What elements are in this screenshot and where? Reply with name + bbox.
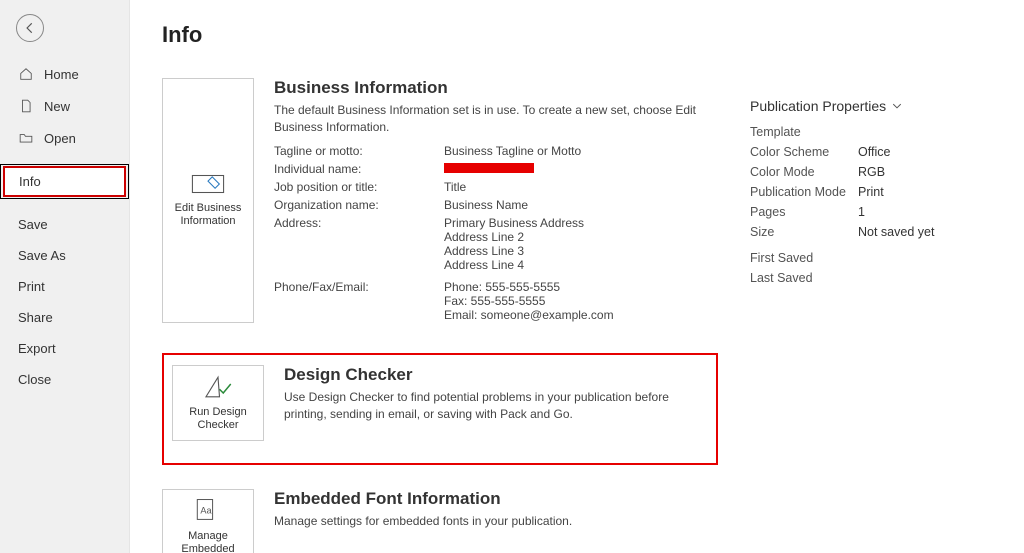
properties-heading-label: Publication Properties (750, 98, 886, 114)
prop-label: Color Mode (750, 165, 858, 179)
section-desc: Use Design Checker to find potential pro… (284, 389, 708, 424)
prop-value (858, 271, 1000, 285)
prop-label: Publication Mode (750, 185, 858, 199)
backstage-sidebar: Home New Open Info Save Save As Print Sh… (0, 0, 130, 553)
section-title: Business Information (274, 78, 718, 98)
prop-label: Size (750, 225, 858, 239)
prop-label: Template (750, 125, 858, 139)
svg-text:Aa: Aa (200, 505, 212, 515)
back-button[interactable] (16, 14, 44, 42)
prop-value: RGB (858, 165, 1000, 179)
prop-value: 1 (858, 205, 1000, 219)
home-icon (18, 66, 34, 82)
prop-row-pub-mode: Publication Mode Print (750, 182, 1000, 202)
button-label: Run Design Checker (177, 406, 259, 432)
nav-label: Share (18, 310, 53, 325)
section-desc: The default Business Information set is … (274, 102, 718, 137)
prop-label: Color Scheme (750, 145, 858, 159)
properties-heading[interactable]: Publication Properties (750, 98, 1000, 114)
folder-open-icon (18, 130, 34, 146)
info-value-job: Title (444, 179, 718, 195)
manage-embedded-fonts-button[interactable]: Aa Manage Embedded Fonts (162, 489, 254, 553)
nav-open[interactable]: Open (0, 122, 129, 154)
redacted-name (444, 163, 534, 173)
page-title: Info (162, 22, 718, 48)
info-label-address: Address: (274, 215, 444, 273)
nav-save-as[interactable]: Save As (0, 240, 129, 271)
section-embedded-fonts: Aa Manage Embedded Fonts Embedded Font I… (162, 483, 718, 553)
chevron-down-icon (892, 101, 902, 111)
info-value-phone: Phone: 555-555-5555 Fax: 555-555-5555 Em… (444, 279, 718, 323)
address-line: Address Line 4 (444, 258, 718, 272)
info-label-org: Organization name: (274, 197, 444, 213)
nav-label: Save (18, 217, 48, 232)
contact-line: Fax: 555-555-5555 (444, 294, 718, 308)
prop-row-first-saved: First Saved (750, 248, 1000, 268)
nav-new[interactable]: New (0, 90, 129, 122)
address-line: Address Line 3 (444, 244, 718, 258)
info-value-address: Primary Business Address Address Line 2 … (444, 215, 718, 273)
section-title: Embedded Font Information (274, 489, 718, 509)
info-label-job: Job position or title: (274, 179, 444, 195)
section-desc: Manage settings for embedded fonts in yo… (274, 513, 718, 530)
prop-value: Office (858, 145, 1000, 159)
nav-share[interactable]: Share (0, 302, 129, 333)
info-value-org: Business Name (444, 197, 718, 213)
nav-label: Info (19, 174, 41, 189)
prop-label: Pages (750, 205, 858, 219)
business-info-grid: Tagline or motto: Business Tagline or Mo… (274, 143, 718, 323)
contact-line: Email: someone@example.com (444, 308, 718, 322)
address-line: Address Line 2 (444, 230, 718, 244)
contact-line: Phone: 555-555-5555 (444, 280, 718, 294)
nav-close[interactable]: Close (0, 364, 129, 395)
nav-info-highlight-outer: Info (0, 164, 129, 199)
nav-label: Open (44, 131, 76, 146)
nav-info[interactable]: Info (3, 166, 126, 197)
embedded-font-icon: Aa (194, 498, 222, 524)
document-icon (18, 98, 34, 114)
prop-value: Not saved yet (858, 225, 1000, 239)
info-value-tagline: Business Tagline or Motto (444, 143, 718, 159)
nav-label: Export (18, 341, 56, 356)
prop-value (858, 125, 1000, 139)
address-line: Primary Business Address (444, 216, 718, 230)
prop-row-last-saved: Last Saved (750, 268, 1000, 288)
info-label-tagline: Tagline or motto: (274, 143, 444, 159)
prop-label: First Saved (750, 251, 858, 265)
nav-label: New (44, 99, 70, 114)
prop-row-template: Template (750, 122, 1000, 142)
prop-row-pages: Pages 1 (750, 202, 1000, 222)
run-design-checker-button[interactable]: Run Design Checker (172, 365, 264, 441)
info-value-individual (444, 161, 718, 177)
business-card-icon (191, 172, 225, 196)
prop-row-color-mode: Color Mode RGB (750, 162, 1000, 182)
nav-save[interactable]: Save (0, 209, 129, 240)
back-arrow-icon (23, 21, 37, 35)
button-label: Edit Business Information (167, 202, 249, 228)
design-checker-icon (203, 374, 233, 400)
prop-value: Print (858, 185, 1000, 199)
section-design-checker: Run Design Checker Design Checker Use De… (162, 353, 718, 465)
nav-label: Print (18, 279, 45, 294)
edit-business-info-button[interactable]: Edit Business Information (162, 78, 254, 323)
publication-properties-panel: Publication Properties Template Color Sc… (750, 22, 1000, 553)
button-label: Manage Embedded Fonts (167, 530, 249, 553)
prop-row-size: Size Not saved yet (750, 222, 1000, 242)
nav-label: Close (18, 372, 51, 387)
nav-home[interactable]: Home (0, 58, 129, 90)
nav-label: Home (44, 67, 79, 82)
section-title: Design Checker (284, 365, 708, 385)
nav-print[interactable]: Print (0, 271, 129, 302)
prop-value (858, 251, 1000, 265)
section-business-info: Edit Business Information Business Infor… (162, 72, 718, 329)
prop-label: Last Saved (750, 271, 858, 285)
main-content: Info Edit Business Information Business … (130, 0, 1024, 553)
prop-row-color-scheme: Color Scheme Office (750, 142, 1000, 162)
info-label-individual: Individual name: (274, 161, 444, 177)
nav-label: Save As (18, 248, 66, 263)
nav-export[interactable]: Export (0, 333, 129, 364)
info-label-phone: Phone/Fax/Email: (274, 279, 444, 323)
